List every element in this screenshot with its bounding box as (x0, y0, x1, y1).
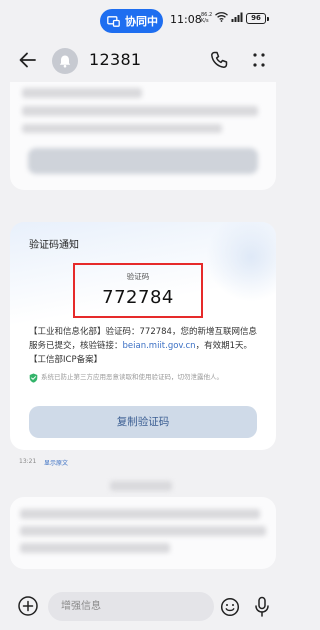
system-icons (215, 12, 244, 22)
status-bar: 协同中 11:08 86.2 K/s 96 (0, 0, 286, 40)
more-icon[interactable] (251, 52, 267, 68)
verification-link[interactable]: beian.miit.gov.cn (123, 341, 196, 351)
message-timestamp: 13:21 (19, 458, 37, 465)
message-body: 【工业和信息化部】验证码：772784，您的新增互联网信息服务已提交，核验链接：… (29, 325, 264, 367)
card-decoration (206, 222, 276, 302)
emoji-icon[interactable] (220, 597, 240, 617)
security-notice-text: 系统已防止第三方应用恶意读取和使用验证码，切勿泄露他人。 (41, 373, 223, 381)
blurred-text-line (20, 509, 260, 519)
network-speed-unit: K/s (201, 18, 209, 24)
blurred-date-label (110, 481, 172, 491)
network-speed: 86.2 K/s (201, 12, 212, 24)
blurred-text-line (20, 526, 266, 536)
message-input[interactable] (48, 592, 214, 621)
show-source-link[interactable]: 显示原文 (44, 458, 68, 467)
phone-icon[interactable] (209, 50, 229, 70)
blurred-text-line (22, 88, 142, 98)
add-attachment-icon[interactable] (17, 595, 39, 617)
conversation-header: 12381 (0, 40, 286, 82)
signal-icon (231, 12, 243, 22)
blurred-text-line (22, 124, 222, 133)
message-input-bar (0, 583, 286, 630)
copy-code-button[interactable]: 复制验证码 (29, 406, 257, 438)
blurred-button (28, 148, 258, 174)
verification-code-highlight: 验证码 772784 (73, 263, 203, 318)
microphone-icon[interactable] (254, 596, 270, 618)
code-caption: 验证码 (126, 272, 150, 281)
shield-check-icon (29, 373, 38, 383)
back-arrow-icon[interactable] (18, 50, 38, 70)
wifi-icon (215, 12, 228, 22)
battery-indicator: 96 (246, 13, 269, 24)
contact-name: 12381 (89, 50, 142, 69)
bell-icon (59, 55, 71, 68)
blurred-text-line (22, 106, 258, 116)
verification-code[interactable]: 772784 (75, 287, 201, 308)
avatar[interactable] (52, 48, 78, 74)
previous-message-card-blurred (10, 82, 276, 190)
blurred-text-line (20, 543, 170, 553)
clock: 11:08 (170, 13, 202, 26)
security-notice: 系统已防止第三方应用恶意读取和使用验证码，切勿泄露他人。 (29, 373, 269, 383)
verification-message-card: 验证码通知 验证码 772784 【工业和信息化部】验证码：772784，您的新… (10, 222, 276, 450)
collaboration-pill[interactable]: 协同中 (100, 9, 163, 33)
collaboration-label: 协同中 (125, 15, 158, 28)
screen-share-icon (107, 15, 120, 27)
next-message-card-blurred (10, 497, 276, 569)
message-title: 验证码通知 (29, 240, 79, 251)
